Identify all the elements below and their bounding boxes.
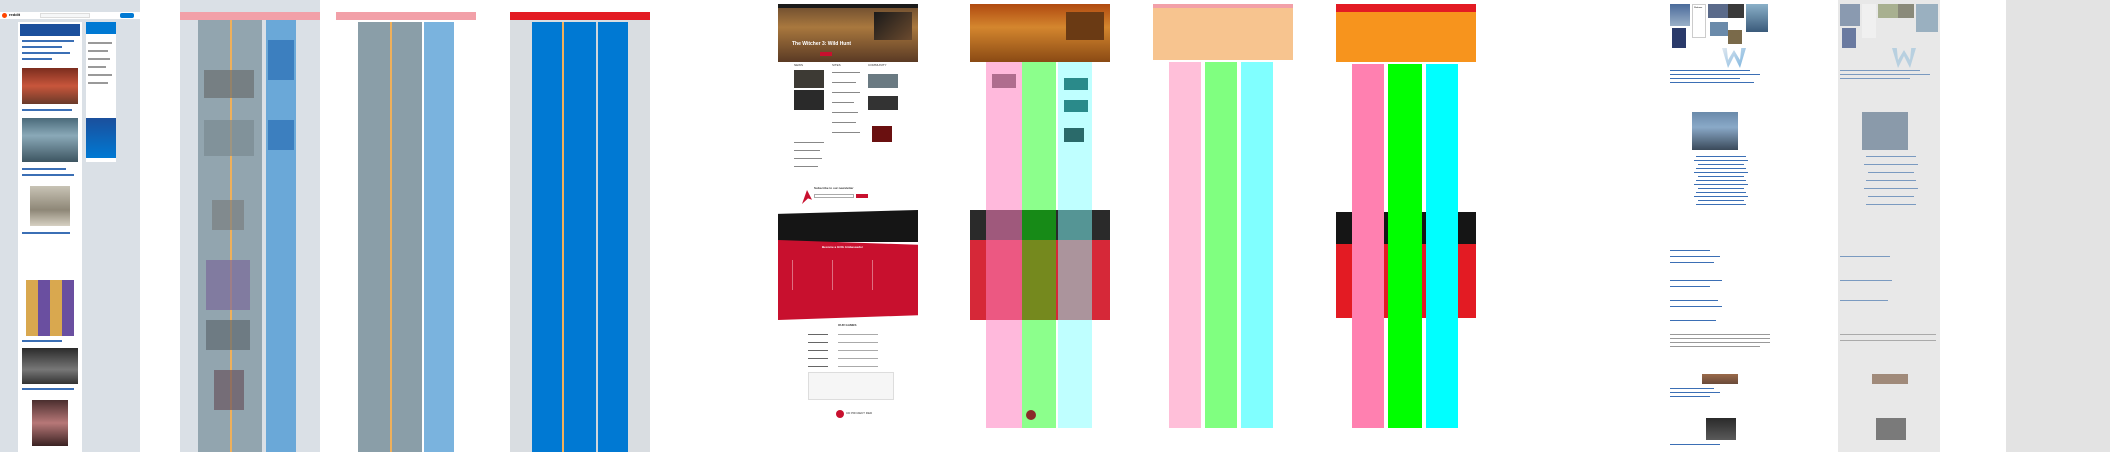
- wire-col-cyan: [1241, 62, 1273, 428]
- sidebar-ad[interactable]: [86, 118, 116, 158]
- news-image[interactable]: [794, 70, 824, 88]
- feed-banner[interactable]: [20, 24, 80, 36]
- red-section: Become a GOG Ambassador: [778, 240, 918, 320]
- hero-button[interactable]: [820, 52, 832, 56]
- sidebar: [86, 22, 116, 162]
- panel-wire-gray: [336, 0, 476, 452]
- wiki-portrait-photo[interactable]: [1706, 418, 1736, 440]
- panel-wiki-faded: [1838, 0, 1940, 452]
- wire-hero-orange: [1336, 12, 1476, 62]
- wire-col-lime: [1388, 64, 1422, 428]
- panel-wire-pastel: [1153, 0, 1293, 452]
- panel-reddit: reddit: [0, 0, 140, 452]
- wire-header: [336, 12, 476, 20]
- post-image-comic[interactable]: [26, 280, 74, 336]
- panel-witcher: The Witcher 3: Wild Hunt NEWS SITES COMM…: [778, 0, 918, 452]
- post-image-santa[interactable]: [22, 68, 78, 104]
- wire-header-red: [510, 12, 650, 20]
- col1-heading: NEWS: [794, 63, 803, 67]
- newsletter-input[interactable]: [814, 194, 854, 198]
- hero-thumb[interactable]: [874, 12, 912, 40]
- wiki-thumb-1[interactable]: [1670, 4, 1690, 26]
- community-badge[interactable]: [872, 126, 892, 142]
- wire-col-aqua: [1426, 64, 1458, 428]
- reddit-logo-icon[interactable]: [2, 13, 7, 18]
- login-button[interactable]: [120, 13, 134, 18]
- sidebar-blue: [266, 20, 296, 452]
- wire-side: [424, 22, 454, 452]
- wiki-building-photo[interactable]: [1692, 112, 1738, 150]
- col2-heading: SITES: [832, 63, 841, 67]
- panel-wiki: Welcome: [1668, 0, 1776, 452]
- wire-hero-peach: [1153, 8, 1293, 60]
- wiki-w-logo: [1722, 48, 1746, 68]
- panel-reddit-overlay: [180, 0, 320, 452]
- wire-col-green: [1205, 62, 1237, 428]
- col3-heading: COMMUNITY: [868, 63, 887, 67]
- newsletter-logo: [802, 190, 812, 204]
- witcher-hero[interactable]: The Witcher 3: Wild Hunt: [778, 4, 918, 62]
- wire-main-blue: [532, 22, 596, 452]
- wiki-landscape-photo[interactable]: [1702, 374, 1738, 384]
- wiki-banner[interactable]: Welcome: [1692, 4, 1706, 38]
- post-image-meme[interactable]: [22, 118, 78, 162]
- footer-brand: CD PROJEKT RED: [846, 411, 873, 415]
- newsletter-submit[interactable]: [856, 194, 868, 198]
- dark-band: [778, 210, 918, 242]
- games-heading: OUR GAMES: [838, 323, 857, 327]
- reddit-logo-text: reddit: [9, 12, 21, 17]
- panel-blank: [2006, 0, 2110, 452]
- feed-column: [18, 22, 82, 452]
- overlay-col-magenta: [986, 62, 1022, 428]
- overlay-col-green: [1022, 62, 1056, 428]
- post-image-sculpture[interactable]: [30, 186, 70, 226]
- panel-witcher-overlay: [970, 0, 1110, 452]
- hero-title: The Witcher 3: Wild Hunt: [792, 41, 852, 47]
- post-image-night[interactable]: [22, 348, 78, 384]
- overlay-col-cyan: [1058, 62, 1092, 428]
- sidebar-banner: [86, 22, 116, 34]
- post-image-cat[interactable]: [32, 400, 68, 446]
- overlay-header-pink: [180, 12, 320, 20]
- footer-logo-icon[interactable]: [836, 410, 844, 418]
- wire-side-blue: [598, 22, 628, 452]
- newsletter-heading: Subscribe to our newsletter: [814, 186, 854, 190]
- search-input[interactable]: [40, 13, 90, 18]
- panel-wire-blue: [510, 0, 650, 452]
- reddit-header: reddit: [0, 12, 140, 19]
- wire-col-hotpink: [1352, 64, 1384, 428]
- red-heading: Become a GOG Ambassador: [822, 245, 863, 249]
- panel-wire-saturated: [1336, 0, 1476, 452]
- wire-col-pink: [1169, 62, 1201, 428]
